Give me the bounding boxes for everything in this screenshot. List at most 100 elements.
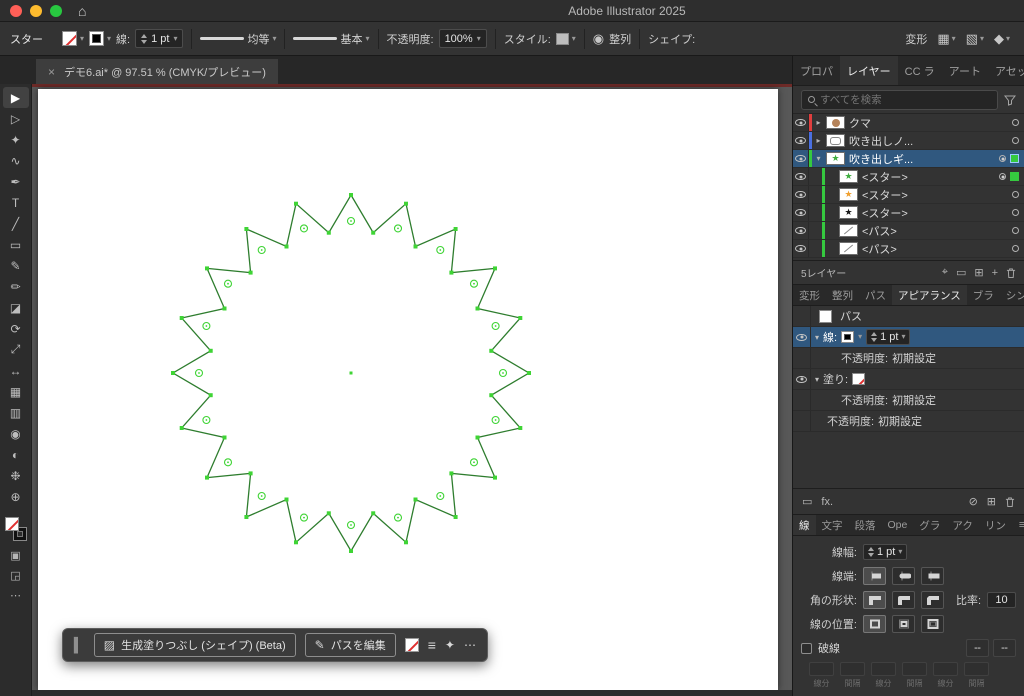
opacity-value-link[interactable]: 初期設定 — [892, 392, 936, 408]
target-icon[interactable] — [1012, 245, 1019, 252]
align-center-button[interactable] — [863, 615, 886, 633]
layer-name[interactable]: <スター> — [862, 205, 1008, 221]
scale-tool[interactable]: ⤢ — [3, 339, 29, 360]
home-icon[interactable]: ⌂ — [78, 4, 86, 18]
new-sublayer-icon[interactable]: ⊞ — [974, 266, 983, 279]
visibility-toggle[interactable] — [793, 204, 809, 221]
minimize-window-button[interactable] — [30, 4, 42, 17]
paintbrush-tool[interactable]: ✎ — [3, 255, 29, 276]
layer-name[interactable]: <スター> — [862, 187, 1008, 203]
type-tool[interactable]: T — [3, 192, 29, 213]
add-effect-icon[interactable]: fx. — [821, 496, 833, 508]
brush-definition-control[interactable]: 基本 ▾ — [293, 31, 370, 47]
delete-item-icon[interactable] — [1005, 496, 1015, 508]
stroke-tab-2[interactable]: 段落 — [849, 515, 882, 535]
panel-tab-0[interactable]: プロパ — [793, 56, 840, 85]
width-profile-control[interactable]: 均等 ▾ — [200, 31, 276, 47]
search-input[interactable] — [820, 93, 991, 106]
target-icon[interactable] — [999, 173, 1006, 180]
zoom-window-button[interactable] — [50, 4, 62, 17]
align-inside-button[interactable] — [892, 615, 915, 633]
delete-layer-icon[interactable] — [1006, 267, 1016, 279]
round-cap-button[interactable] — [892, 567, 915, 585]
fill-color-control[interactable]: ▾ — [62, 31, 84, 46]
dash-input[interactable] — [871, 662, 896, 676]
object-opacity-row[interactable]: 不透明度: 初期設定 — [793, 411, 1024, 432]
dash-input[interactable] — [933, 662, 958, 676]
butt-cap-button[interactable] — [863, 567, 886, 585]
panel-menu-icon[interactable]: ≡ — [1012, 515, 1024, 535]
fill-color-chip[interactable] — [852, 373, 866, 385]
transform-options-icon[interactable]: ▦ ▾ — [937, 31, 955, 47]
layer-row[interactable]: ★ <スター> — [793, 204, 1024, 222]
visibility-toggle[interactable] — [793, 222, 809, 239]
fill-none-indicator[interactable] — [404, 638, 419, 652]
target-icon[interactable] — [1012, 191, 1019, 198]
dash-input[interactable] — [840, 662, 865, 676]
dash-preserve-icon[interactable]: ╍ — [966, 639, 989, 657]
symbol-sprayer-tool[interactable]: ❉ — [3, 465, 29, 486]
layer-row[interactable]: ▸ クマ — [793, 114, 1024, 132]
layer-name[interactable]: 吹き出しノ... — [849, 133, 1008, 149]
expand-arrow-icon[interactable]: ▸ — [812, 136, 825, 145]
document-tab[interactable]: × デモ6.ai* @ 97.51 % (CMYK/プレビュー) — [36, 59, 278, 84]
fill-swatch[interactable] — [4, 517, 19, 531]
blend-tool[interactable]: ◐ — [3, 444, 29, 465]
more-options-icon[interactable]: ◆ ▾ — [994, 31, 1010, 47]
visibility-toggle[interactable] — [793, 327, 811, 347]
graphic-style-swatch[interactable] — [555, 32, 569, 45]
close-window-button[interactable] — [10, 4, 22, 17]
dash-align-icon[interactable]: ╍ — [993, 639, 1016, 657]
panel-tab-3[interactable]: アート — [942, 56, 988, 85]
fill-none-swatch[interactable] — [62, 31, 77, 46]
selection-tool[interactable]: ▶ — [2, 87, 29, 108]
pen-tool[interactable]: ✒ — [3, 171, 29, 192]
fill-opacity-row[interactable]: 不透明度: 初期設定 — [793, 390, 1024, 411]
stroke-color-chip[interactable] — [841, 331, 855, 343]
edit-toolbar-icon[interactable]: ⋯ — [10, 589, 21, 602]
layer-name[interactable]: <スター> — [862, 169, 995, 185]
layer-row[interactable]: ▸ 吹き出しノ... — [793, 132, 1024, 150]
visibility-toggle[interactable] — [793, 132, 809, 149]
align-outside-button[interactable] — [921, 615, 944, 633]
bevel-join-button[interactable] — [921, 591, 944, 609]
stroke-tab-1[interactable]: 文字 — [816, 515, 849, 535]
appearance-object-row[interactable]: パス — [793, 306, 1024, 327]
round-join-button[interactable] — [892, 591, 915, 609]
expand-arrow-icon[interactable]: ▾ — [812, 154, 825, 163]
recolor-artwork-icon[interactable]: ◉ — [593, 31, 604, 47]
rectangle-tool[interactable]: ▭ — [3, 234, 29, 255]
expand-arrow-icon[interactable]: ▾ — [815, 375, 819, 384]
rotate-tool[interactable]: ⟳ — [3, 318, 29, 339]
stepper-icon[interactable] — [871, 332, 878, 342]
appearance-tab-2[interactable]: パス — [859, 285, 892, 305]
align-label[interactable]: 整列 — [609, 31, 631, 47]
layer-name[interactable]: <パス> — [862, 223, 1008, 239]
visibility-toggle[interactable] — [793, 240, 809, 257]
new-layer-icon[interactable]: + — [992, 267, 998, 279]
target-icon[interactable] — [1012, 119, 1019, 126]
appearance-tab-4[interactable]: ブラ — [967, 285, 1000, 305]
visibility-toggle[interactable] — [793, 369, 811, 389]
visibility-toggle[interactable] — [793, 114, 809, 131]
line-segment-tool[interactable]: ╱ — [3, 213, 29, 234]
eyedropper-tool[interactable]: ◉ — [3, 423, 29, 444]
properties-list-icon[interactable]: ≡ — [428, 637, 436, 653]
eraser-tool[interactable]: ◪ — [3, 297, 29, 318]
expand-arrow-icon[interactable]: ▾ — [815, 333, 819, 342]
screen-mode-icon[interactable]: ◲ — [10, 569, 20, 582]
target-icon[interactable] — [1012, 137, 1019, 144]
more-options-icon[interactable]: ⋯ — [464, 638, 476, 652]
graphic-style-control[interactable]: ▾ — [555, 32, 576, 45]
appearance-tab-5[interactable]: シン — [1000, 285, 1024, 305]
make-mask-icon[interactable]: ▭ — [956, 266, 966, 279]
weight-field[interactable]: 1 pt ▾ — [863, 544, 908, 560]
locate-object-icon[interactable]: ⌖ — [942, 266, 948, 279]
layer-row[interactable]: ▾ ★ 吹き出しギ... — [793, 150, 1024, 168]
stroke-tab-0[interactable]: 線 — [793, 515, 816, 535]
generative-fill-button[interactable]: ▨ 生成塗りつぶし (シェイプ) (Beta) — [93, 633, 296, 657]
visibility-toggle[interactable] — [793, 150, 809, 167]
panel-tab-4[interactable]: アセッ — [988, 56, 1024, 85]
miter-limit-field[interactable]: 10 — [987, 592, 1016, 608]
dash-input[interactable] — [902, 662, 927, 676]
